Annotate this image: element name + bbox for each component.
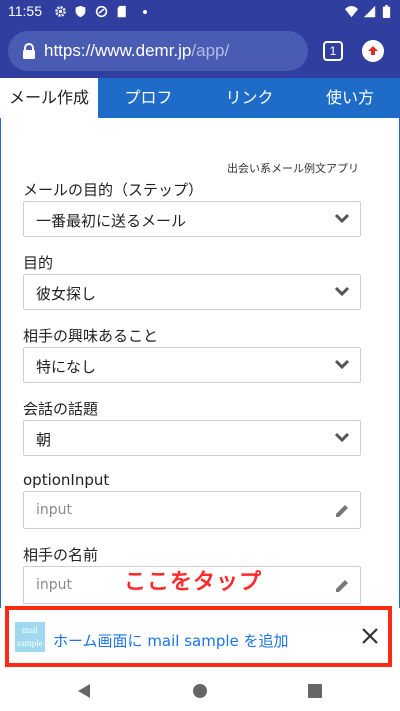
wifi-icon [345, 6, 358, 18]
gear-icon [55, 6, 66, 17]
tab-howto[interactable]: 使い方 [300, 78, 400, 118]
chevron-down-icon [334, 432, 350, 443]
purpose-select[interactable]: 彼女探し [23, 274, 361, 310]
home-icon[interactable] [190, 681, 210, 701]
status-bar: 11:55 [0, 0, 400, 24]
input-placeholder: input [36, 502, 73, 518]
site-tab-nav: メール作成 プロフ リンク 使い方 [0, 78, 400, 118]
tab-profile[interactable]: プロフ [98, 78, 199, 118]
add-to-home-message[interactable]: ホーム画面に mail sample を追加 [53, 630, 289, 651]
pencil-icon [336, 580, 348, 592]
address-bar[interactable]: https://www.demr.jp/app/ [8, 31, 308, 71]
app-icon: mail sample [15, 622, 45, 652]
chevron-down-icon [334, 286, 350, 297]
tab-switcher-button[interactable]: 1 [323, 41, 343, 61]
partner-name-label: 相手の名前 [23, 546, 99, 564]
update-icon[interactable] [362, 40, 384, 62]
signal-icon [363, 5, 376, 18]
option-input-label: optionInput [23, 471, 110, 489]
back-icon[interactable] [74, 681, 94, 701]
add-to-home-banner[interactable]: mail sample ホーム画面に mail sample を追加 [5, 606, 392, 667]
topic-select[interactable]: 朝 [23, 420, 361, 456]
close-icon[interactable] [360, 626, 380, 646]
select-value: 特になし [36, 358, 97, 376]
lock-icon [23, 43, 35, 59]
purpose-step-label: メールの目的（ステップ） [23, 181, 204, 199]
input-placeholder: input [36, 577, 73, 593]
topic-label: 会話の話題 [23, 400, 99, 418]
tab-compose[interactable]: メール作成 [0, 78, 98, 118]
url-text: https://www.demr.jp/app/ [44, 41, 229, 61]
sd-card-icon [117, 5, 126, 18]
battery-icon [382, 5, 391, 18]
status-time: 11:55 [8, 3, 42, 19]
pencil-icon [336, 505, 348, 517]
app-name: 出会い系メール例文アプリ [227, 162, 359, 175]
tab-links[interactable]: リンク [199, 78, 300, 118]
vpn-icon [95, 5, 108, 18]
dot-icon [143, 10, 147, 14]
chevron-down-icon [334, 213, 350, 224]
select-value: 一番最初に送るメール [36, 212, 187, 230]
browser-toolbar: https://www.demr.jp/app/ 1 [0, 24, 400, 78]
recents-icon[interactable] [305, 681, 325, 701]
purpose-step-select[interactable]: 一番最初に送るメール [23, 201, 361, 237]
select-value: 朝 [36, 431, 52, 449]
interest-select[interactable]: 特になし [23, 347, 361, 383]
chevron-down-icon [334, 359, 350, 370]
tap-here-annotation: ここをタップ [124, 570, 263, 595]
shield-icon [75, 5, 86, 18]
compose-form: 出会い系メール例文アプリ メールの目的（ステップ） 一番最初に送るメール 目的 … [0, 118, 400, 608]
interest-label: 相手の興味あること [23, 327, 159, 345]
select-value: 彼女探し [36, 285, 97, 303]
option-input[interactable]: input [23, 491, 361, 529]
purpose-label: 目的 [23, 254, 54, 272]
system-nav-bar [0, 671, 400, 711]
url-host: https://www.demr.jp [44, 41, 192, 60]
url-path: /app/ [191, 41, 230, 60]
